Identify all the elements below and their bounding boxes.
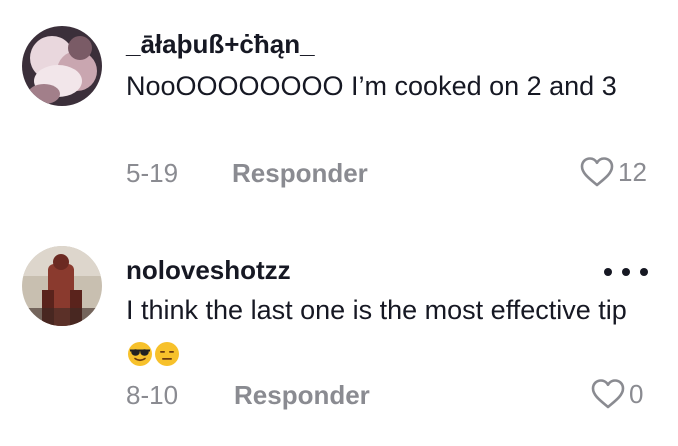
comment-item: _āłaþuß+ċħąn_ NooOOOOOOOO I’m cooked on … xyxy=(0,0,678,222)
reply-button[interactable]: Responder xyxy=(234,380,370,411)
heart-outline-icon xyxy=(591,378,625,410)
more-options-icon[interactable] xyxy=(604,266,648,278)
reply-button[interactable]: Responder xyxy=(232,158,368,189)
like-button[interactable]: 12 xyxy=(580,152,647,192)
comment-username[interactable]: noloveshotzz xyxy=(126,255,291,286)
comment-text: NooOOOOOOOO I’m cooked on 2 and 3 xyxy=(126,71,617,101)
like-count: 0 xyxy=(629,378,644,409)
comment-date: 8-10 xyxy=(126,380,179,410)
avatar[interactable] xyxy=(22,246,102,326)
heart-outline-icon xyxy=(580,156,614,188)
sunglasses-face-emoji xyxy=(127,336,153,366)
comment-text: I think the last one is the most effecti… xyxy=(126,295,627,325)
comment-date: 5-19 xyxy=(126,158,179,188)
like-count: 12 xyxy=(618,156,647,187)
comment-username[interactable]: _āłaþuß+ċħąn_ xyxy=(126,29,315,60)
like-button[interactable]: 0 xyxy=(591,374,643,414)
comment-text-container: I think the last one is the most effecti… xyxy=(126,288,646,376)
comment-item: noloveshotzz I think the last one is the… xyxy=(0,222,678,446)
expressionless-face-emoji xyxy=(154,336,180,366)
avatar[interactable] xyxy=(22,26,102,106)
